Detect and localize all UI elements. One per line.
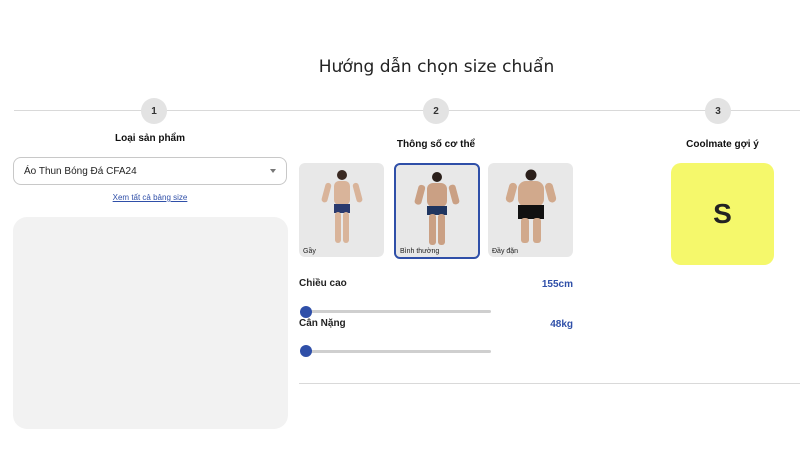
size-table-link[interactable]: Xem tất cả bảng size [13,193,287,202]
body-figure-slim-icon [321,170,362,243]
product-type-value: Áo Thun Bóng Đá CFA24 [24,165,137,177]
body-type-full[interactable]: Đầy đặn [488,163,573,257]
weight-slider-thumb[interactable] [300,345,312,357]
weight-slider-track[interactable] [305,350,491,353]
step-2-title: Thông số cơ thể [396,139,476,150]
page-title: Hướng dẫn chọn size chuẩn [318,57,555,77]
weight-value: 48kg [550,319,573,330]
step-3-title: Coolmate gợi ý [686,139,759,150]
recommended-size: S [671,163,774,265]
step-3-badge: 3 [705,98,731,124]
height-label: Chiều cao [299,278,347,289]
step-2-badge: 2 [423,98,449,124]
stepper-line [14,110,800,111]
body-type-label: Gầy [303,248,316,255]
height-slider-track[interactable] [305,310,491,313]
height-slider-thumb[interactable] [300,306,312,318]
body-type-slim[interactable]: Gầy [299,163,384,257]
step-1-title: Loại sản phẩm [114,133,185,144]
body-type-label: Đầy đặn [492,248,519,255]
product-type-select[interactable]: Áo Thun Bóng Đá CFA24 [13,157,287,185]
body-type-label: Bình thường [400,248,440,255]
step-1-badge: 1 [141,98,167,124]
section-divider [299,383,800,384]
product-image-placeholder [13,217,288,429]
body-figure-full-icon [505,169,556,243]
body-figure-normal-icon [414,172,460,245]
body-type-normal[interactable]: Bình thường [394,163,480,259]
chevron-down-icon [270,169,276,173]
weight-label: Cân Nặng [299,318,346,329]
height-value: 155cm [541,279,573,290]
